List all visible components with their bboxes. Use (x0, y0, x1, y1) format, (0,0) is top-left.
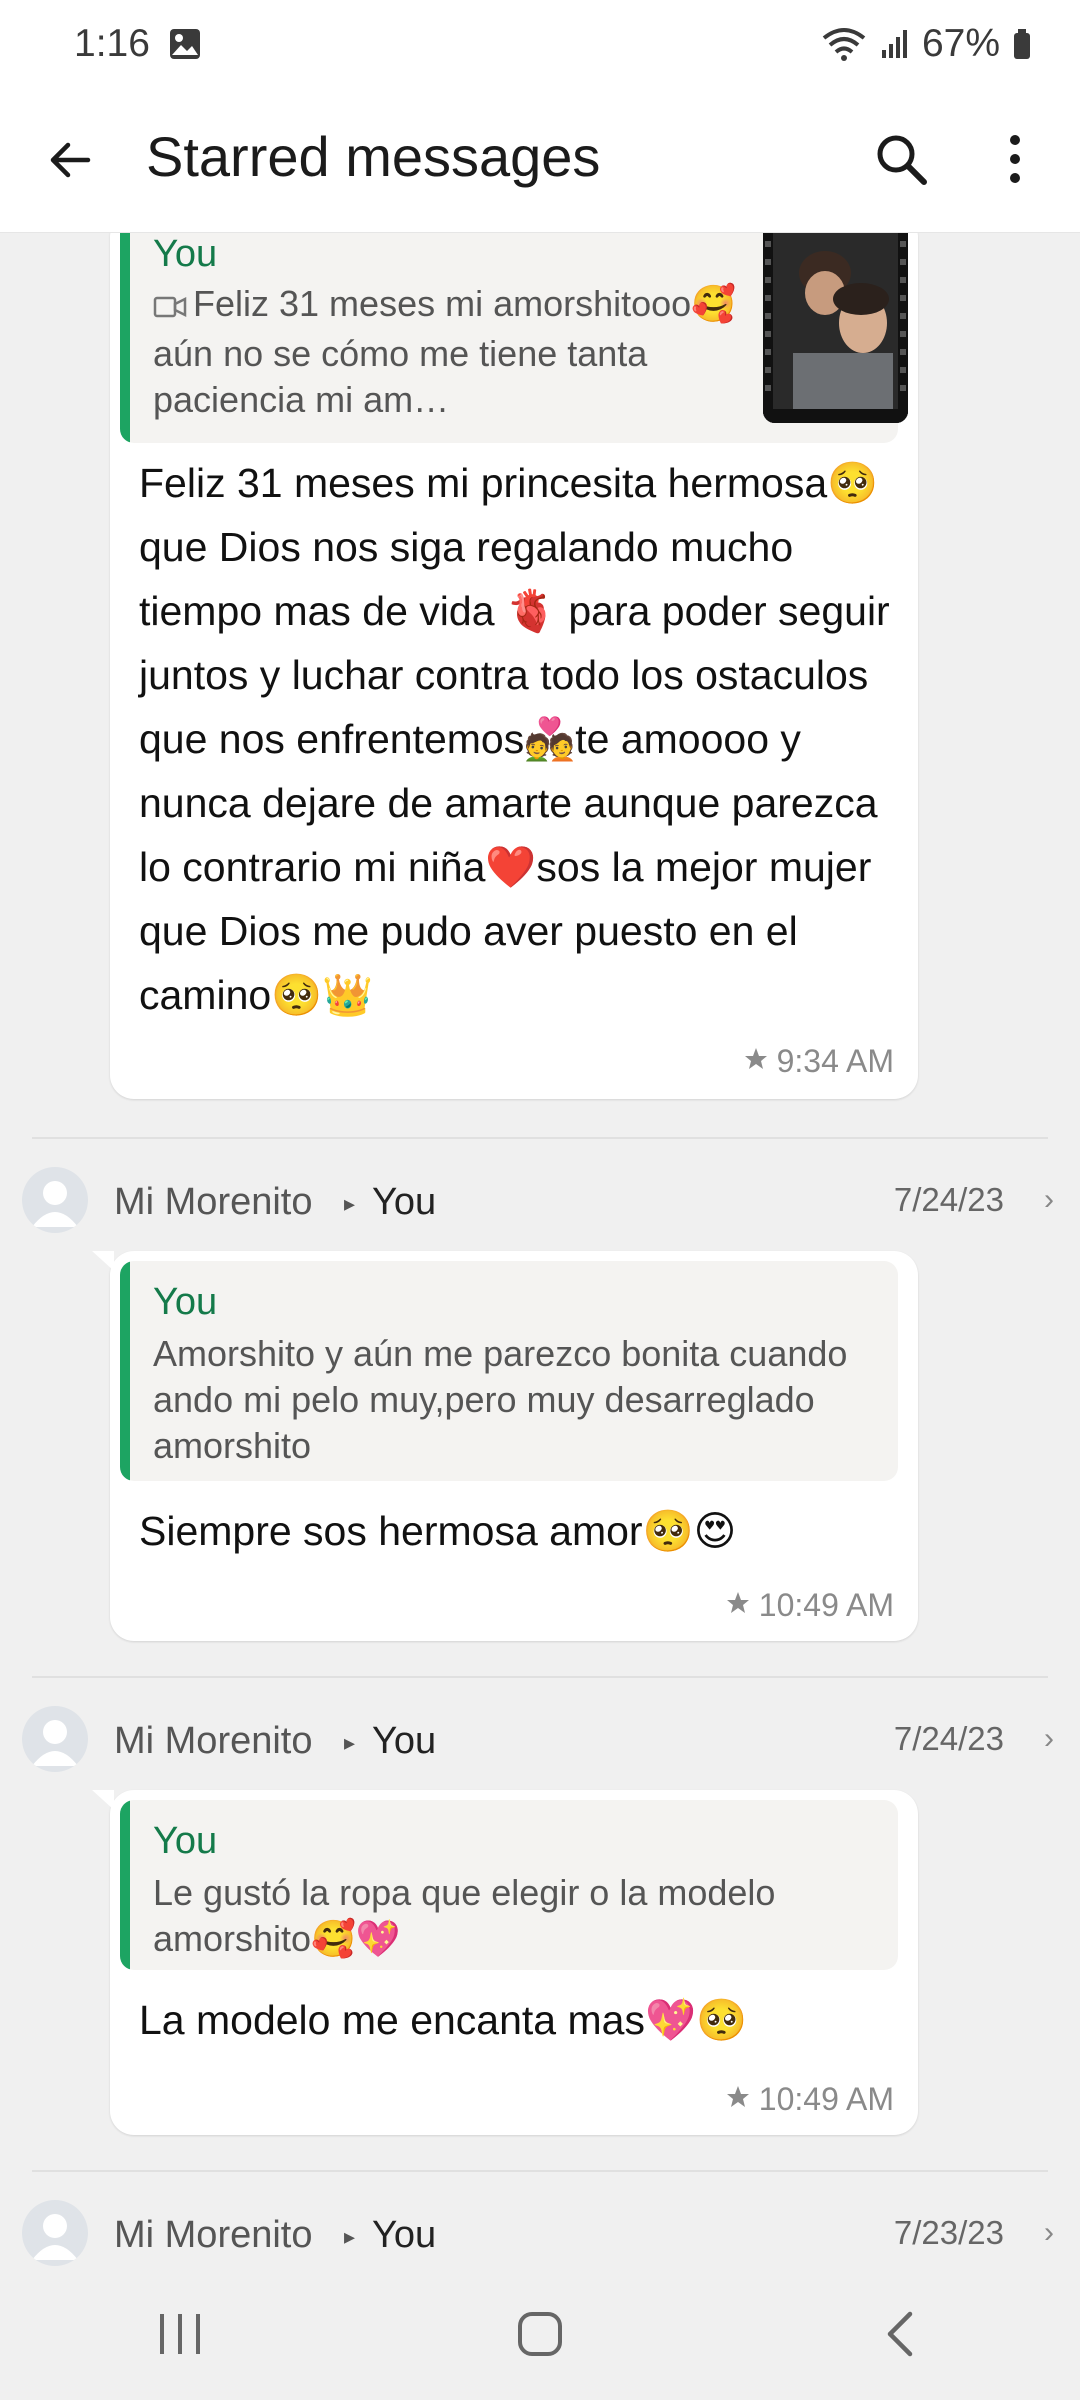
video-thumbnail[interactable] (763, 233, 908, 423)
message-time: 10:49 AM (725, 2081, 894, 2118)
recipient-name: You (372, 1181, 437, 1223)
star-icon (725, 2081, 751, 2118)
battery-icon (1012, 28, 1032, 60)
message-text: La modelo me encanta mas💖🥺 (139, 1997, 748, 2043)
chevron-right-icon[interactable]: › (1044, 1183, 1054, 1217)
message-date: 7/24/23 (893, 1720, 1004, 1757)
sender-name: Mi Morenito (114, 1181, 313, 1223)
avatar[interactable] (22, 1167, 88, 1233)
home-icon[interactable] (480, 2289, 600, 2379)
quoted-message[interactable]: You Amorshito y aún me parezco bonita cu… (120, 1261, 898, 1481)
arrow-right-icon: ▸ (344, 1191, 356, 1216)
message-bubble[interactable]: You Feliz 31 meses mi amorshitooo🥰aún no… (110, 233, 918, 1099)
quote-author: You (153, 1281, 218, 1323)
message-bubble[interactable]: You Amorshito y aún me parezco bonita cu… (92, 1251, 918, 1641)
chevron-right-icon[interactable]: › (1044, 1722, 1054, 1756)
back-arrow-icon[interactable] (38, 128, 102, 192)
message-bubble[interactable]: You Le gustó la ropa que elegir o la mod… (92, 1790, 918, 2135)
system-nav-bar (0, 2267, 1080, 2400)
avatar[interactable] (22, 2200, 88, 2266)
message-date: 7/23/23 (893, 2214, 1004, 2251)
quoted-message[interactable]: You Le gustó la ropa que elegir o la mod… (120, 1800, 898, 1970)
star-icon (743, 1043, 769, 1080)
message-text: Feliz 31 meses mi princesita hermosa🥺que… (139, 460, 890, 1018)
sender-name: Mi Morenito (114, 1720, 313, 1762)
wifi-icon (820, 26, 868, 62)
status-bar: 1:16 67% (0, 0, 1080, 88)
message-time: 10:49 AM (725, 1587, 894, 1624)
quote-author: You (153, 1820, 218, 1862)
message-header[interactable]: Mi Morenito ▸ You 7/23/23 › (0, 2200, 1080, 2267)
status-time: 1:16 (74, 22, 150, 65)
signal-icon (880, 28, 910, 60)
recents-icon[interactable] (120, 2289, 240, 2379)
avatar[interactable] (22, 1706, 88, 1772)
message-text: Siempre sos hermosa amor🥺😍 (139, 1508, 737, 1554)
search-icon[interactable] (866, 124, 936, 194)
message-header[interactable]: Mi Morenito ▸ You 7/24/23 › (0, 1706, 1080, 1786)
video-icon (153, 285, 187, 331)
chevron-right-icon[interactable]: › (1044, 2216, 1054, 2250)
battery-percent: 67% (921, 22, 1000, 65)
divider (32, 1676, 1048, 1678)
star-icon (725, 1587, 751, 1624)
arrow-right-icon: ▸ (344, 1730, 356, 1755)
quote-text: Le gustó la ropa que elegir o la modelo … (153, 1872, 776, 1959)
sender-name: Mi Morenito (114, 2214, 313, 2256)
message-date: 7/24/23 (893, 1181, 1004, 1218)
quote-text: Feliz 31 meses mi amorshitooo🥰aún no se … (153, 283, 737, 420)
recipient-name: You (372, 2214, 437, 2256)
quote-author: You (153, 233, 218, 275)
image-icon (168, 27, 202, 61)
app-bar: Starred messages (0, 88, 1080, 233)
starred-list[interactable]: You Feliz 31 meses mi amorshitooo🥰aún no… (0, 233, 1080, 2267)
divider (32, 2170, 1048, 2172)
back-icon[interactable] (840, 2289, 960, 2379)
arrow-right-icon: ▸ (344, 2224, 356, 2249)
more-vert-icon[interactable] (990, 124, 1040, 194)
divider (32, 1137, 1048, 1139)
quote-text: Amorshito y aún me parezco bonita cuando… (153, 1333, 848, 1466)
message-header[interactable]: Mi Morenito ▸ You 7/24/23 › (0, 1167, 1080, 1247)
message-time: 9:34 AM (743, 1043, 894, 1080)
recipient-name: You (372, 1720, 437, 1762)
page-title: Starred messages (146, 125, 601, 188)
